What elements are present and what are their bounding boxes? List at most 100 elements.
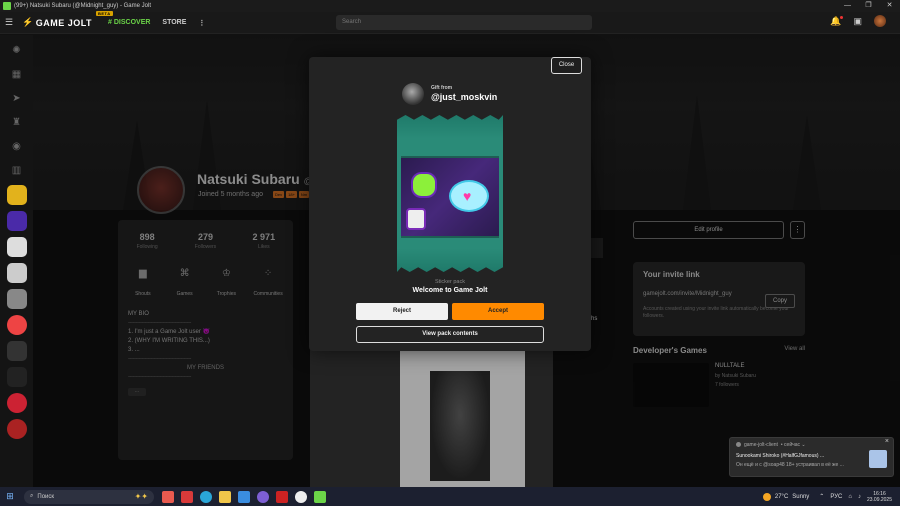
beta-badge: BETA — [96, 11, 113, 16]
detective-figure — [430, 371, 490, 481]
tab-communities[interactable]: ⁘ Communities — [248, 268, 288, 300]
app-icon — [736, 442, 741, 447]
badge: Nm — [298, 191, 310, 198]
window-title: (99+) Natsuki Subaru (@Midnight_guy) - G… — [14, 3, 151, 9]
close-window-icon[interactable]: ✕ — [879, 0, 900, 12]
taskbar-search[interactable]: ⌕ Поиск ✦✦ — [24, 489, 154, 504]
sticker-bunny — [411, 172, 437, 198]
view-pack-contents-button[interactable]: View pack contents — [356, 326, 544, 343]
hamburger-menu-icon[interactable]: ☰ — [0, 17, 18, 28]
taskbar-clock[interactable]: 16:16 23.09.2025 — [867, 491, 892, 503]
stat-label: Likes — [257, 244, 270, 250]
tab-trophies[interactable]: ♔ Trophies — [206, 268, 246, 300]
community-item[interactable] — [6, 185, 27, 205]
search-input[interactable]: Search — [336, 15, 592, 30]
game-jolt-taskbar-icon[interactable] — [314, 490, 326, 503]
system-notification[interactable]: game-jolt-client • сейчас ⌄ Sunookami Sh… — [729, 437, 894, 477]
bio-divider: ----------------------------------------… — [128, 374, 191, 380]
edit-profile-button[interactable]: Edit profile — [633, 221, 784, 239]
windows-taskbar: ⊞ ⌕ Поиск ✦✦ 27°C Sunny ⌃ РУС ⌂ ♪ 16:16 … — [0, 487, 900, 506]
heart-icon: ♥ — [463, 188, 472, 204]
game-info: NULLTALE by Natsuki Subaru 7 followers — [715, 363, 756, 407]
gifter-username[interactable]: @just_moskvin — [431, 92, 497, 102]
community-item[interactable] — [6, 315, 27, 335]
weather-widget[interactable]: 27°C Sunny — [762, 492, 809, 501]
profile-bio: MY BIO ---------------------------------… — [118, 300, 293, 382]
notification-time: • сейчас ⌄ — [780, 442, 806, 448]
trophy-icon[interactable]: ♜ — [8, 113, 26, 131]
right-column: Edit profile ⋮ Your invite link gamejolt… — [633, 221, 805, 407]
trophy-icon: ♔ — [221, 268, 231, 279]
app-icon[interactable] — [162, 490, 174, 503]
chat-bubble-icon: ▆ — [139, 268, 147, 279]
notification-body: Он ещё и с @soap48 18+ устраивал в её же… — [736, 462, 844, 468]
tab-shouts[interactable]: ▆ Shouts — [123, 268, 163, 300]
minimize-icon[interactable]: — — [837, 0, 858, 12]
nav-store[interactable]: STORE — [162, 19, 186, 26]
maximize-icon[interactable]: ❐ — [858, 0, 879, 12]
window-controls: — ❐ ✕ — [837, 0, 900, 12]
stat-following[interactable]: 898 Following — [122, 232, 172, 250]
wallet-icon[interactable]: ▣ — [853, 16, 862, 27]
invite-card: Your invite link gamejolt.com/invite/Mid… — [633, 262, 805, 336]
app-icon[interactable] — [181, 490, 193, 503]
profile-badges: Dev 18+ Nm — [273, 191, 310, 198]
pack-type: Sticker pack — [435, 279, 465, 285]
bio-line: 1. I'm just a Game Jolt user 😈 — [128, 329, 210, 335]
app-icon[interactable] — [276, 490, 288, 503]
discover-icon[interactable]: ✺ — [8, 41, 26, 59]
notification-avatar — [869, 450, 887, 468]
nav-more-icon[interactable]: ⋮ — [198, 19, 205, 27]
notification-dot — [840, 15, 844, 19]
community-item[interactable] — [6, 237, 27, 257]
stat-likes[interactable]: 2 971 Likes — [239, 232, 289, 250]
stat-label: Following — [136, 244, 158, 250]
sun-icon — [762, 492, 771, 501]
gift-modal: Close Gift from @just_moskvin ♥ Sticker … — [309, 57, 591, 351]
stat-followers[interactable]: 279 Followers — [180, 232, 230, 250]
system-tray: ⌃ РУС ⌂ ♪ — [819, 493, 861, 501]
nav-discover[interactable]: # DISCOVER — [108, 19, 150, 26]
profile-menu-icon[interactable]: ⋮ — [790, 221, 805, 239]
keyboard-layout[interactable]: РУС — [830, 494, 842, 500]
game-jolt-logo[interactable]: ⚡ GAME JOLT BETA — [22, 11, 113, 28]
folder-icon[interactable] — [219, 490, 231, 503]
community-item[interactable] — [6, 211, 27, 231]
bell-icon[interactable]: 🔔 — [830, 15, 844, 27]
community-item[interactable] — [6, 289, 27, 309]
edge-icon[interactable] — [200, 490, 212, 503]
pack-name: Welcome to Game Jolt — [412, 287, 488, 294]
community-item[interactable] — [6, 419, 27, 439]
profile-avatar[interactable] — [137, 166, 185, 214]
media-icon[interactable] — [295, 490, 307, 503]
accept-button[interactable]: Accept — [452, 303, 544, 320]
community-item[interactable] — [6, 367, 27, 387]
close-button[interactable]: Close — [551, 57, 582, 74]
copy-button[interactable]: Copy — [765, 294, 795, 308]
library-icon[interactable]: ▥ — [8, 161, 26, 179]
stat-value: 279 — [197, 232, 213, 242]
chat-icon[interactable]: ◉ — [8, 137, 26, 155]
viber-icon[interactable] — [257, 490, 269, 503]
community-item[interactable] — [6, 263, 27, 283]
bio-heading: MY BIO — [128, 311, 149, 317]
tab-games[interactable]: ⌘ Games — [165, 268, 205, 300]
user-avatar[interactable] — [874, 15, 886, 27]
community-item[interactable] — [6, 341, 27, 361]
notification-header: game-jolt-client • сейчас ⌄ — [736, 442, 887, 448]
community-item[interactable] — [6, 393, 27, 413]
reject-button[interactable]: Reject — [356, 303, 448, 320]
network-icon[interactable]: ⌂ — [848, 494, 852, 500]
dev-game-item[interactable]: NULLTALE by Natsuki Subaru 7 followers — [633, 363, 805, 407]
store-icon[interactable] — [238, 490, 250, 503]
bio-more-button[interactable]: ... — [128, 388, 146, 396]
store-icon[interactable]: ▦ — [8, 65, 26, 83]
volume-icon[interactable]: ♪ — [858, 494, 861, 500]
chevron-up-icon[interactable]: ⌃ — [819, 493, 824, 500]
rocket-icon[interactable]: ➤ — [8, 89, 26, 107]
tab-label: Shouts — [135, 291, 151, 297]
bio-divider: ----------------------------------------… — [128, 320, 191, 326]
view-all-link[interactable]: View all — [784, 346, 805, 355]
windows-start-icon[interactable]: ⊞ — [0, 491, 20, 502]
close-icon[interactable]: × — [885, 438, 889, 445]
